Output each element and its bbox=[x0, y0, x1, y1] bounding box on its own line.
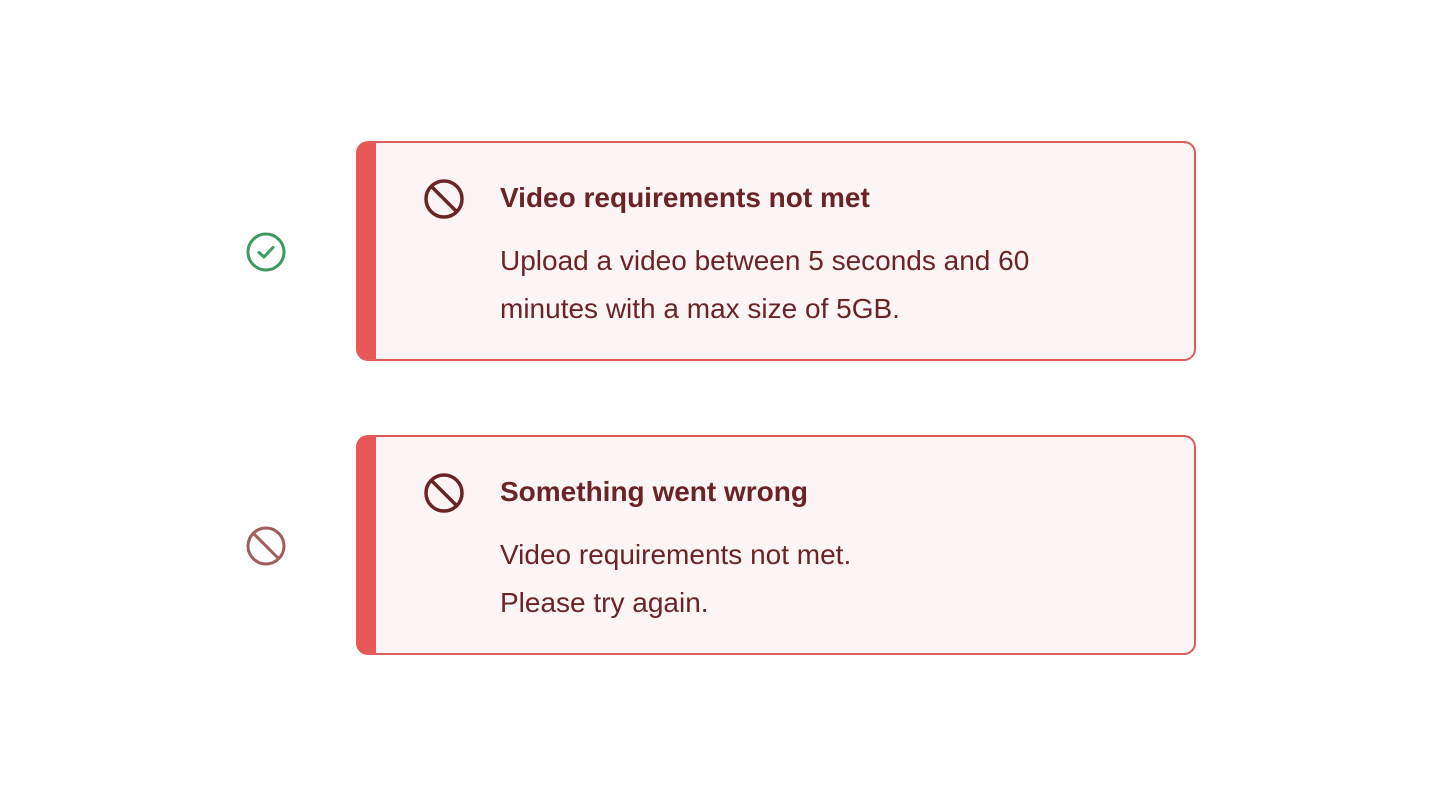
block-icon bbox=[246, 526, 286, 566]
alert-message-line: Please try again. bbox=[500, 587, 709, 618]
alert-title: Video requirements not met bbox=[500, 182, 870, 213]
alert-video-requirements: Video requirements not met Upload a vide… bbox=[356, 141, 1196, 361]
block-icon bbox=[422, 471, 466, 515]
alert-message-line: Upload a video between 5 seconds and 60 bbox=[500, 245, 1030, 276]
alert-something-went-wrong: Something went wrong Video requirements … bbox=[356, 435, 1196, 655]
alert-message: Video requirements not met. Please try a… bbox=[500, 531, 1120, 627]
alert-message-line: minutes with a max size of 5GB. bbox=[500, 293, 900, 324]
page-canvas: Video requirements not met Upload a vide… bbox=[0, 0, 1440, 800]
alert-title: Something went wrong bbox=[500, 476, 808, 507]
alert-message-line: Video requirements not met. bbox=[500, 539, 852, 570]
check-circle-icon bbox=[246, 232, 286, 272]
block-icon bbox=[422, 177, 466, 221]
alert-message: Upload a video between 5 seconds and 60 … bbox=[500, 237, 1120, 333]
